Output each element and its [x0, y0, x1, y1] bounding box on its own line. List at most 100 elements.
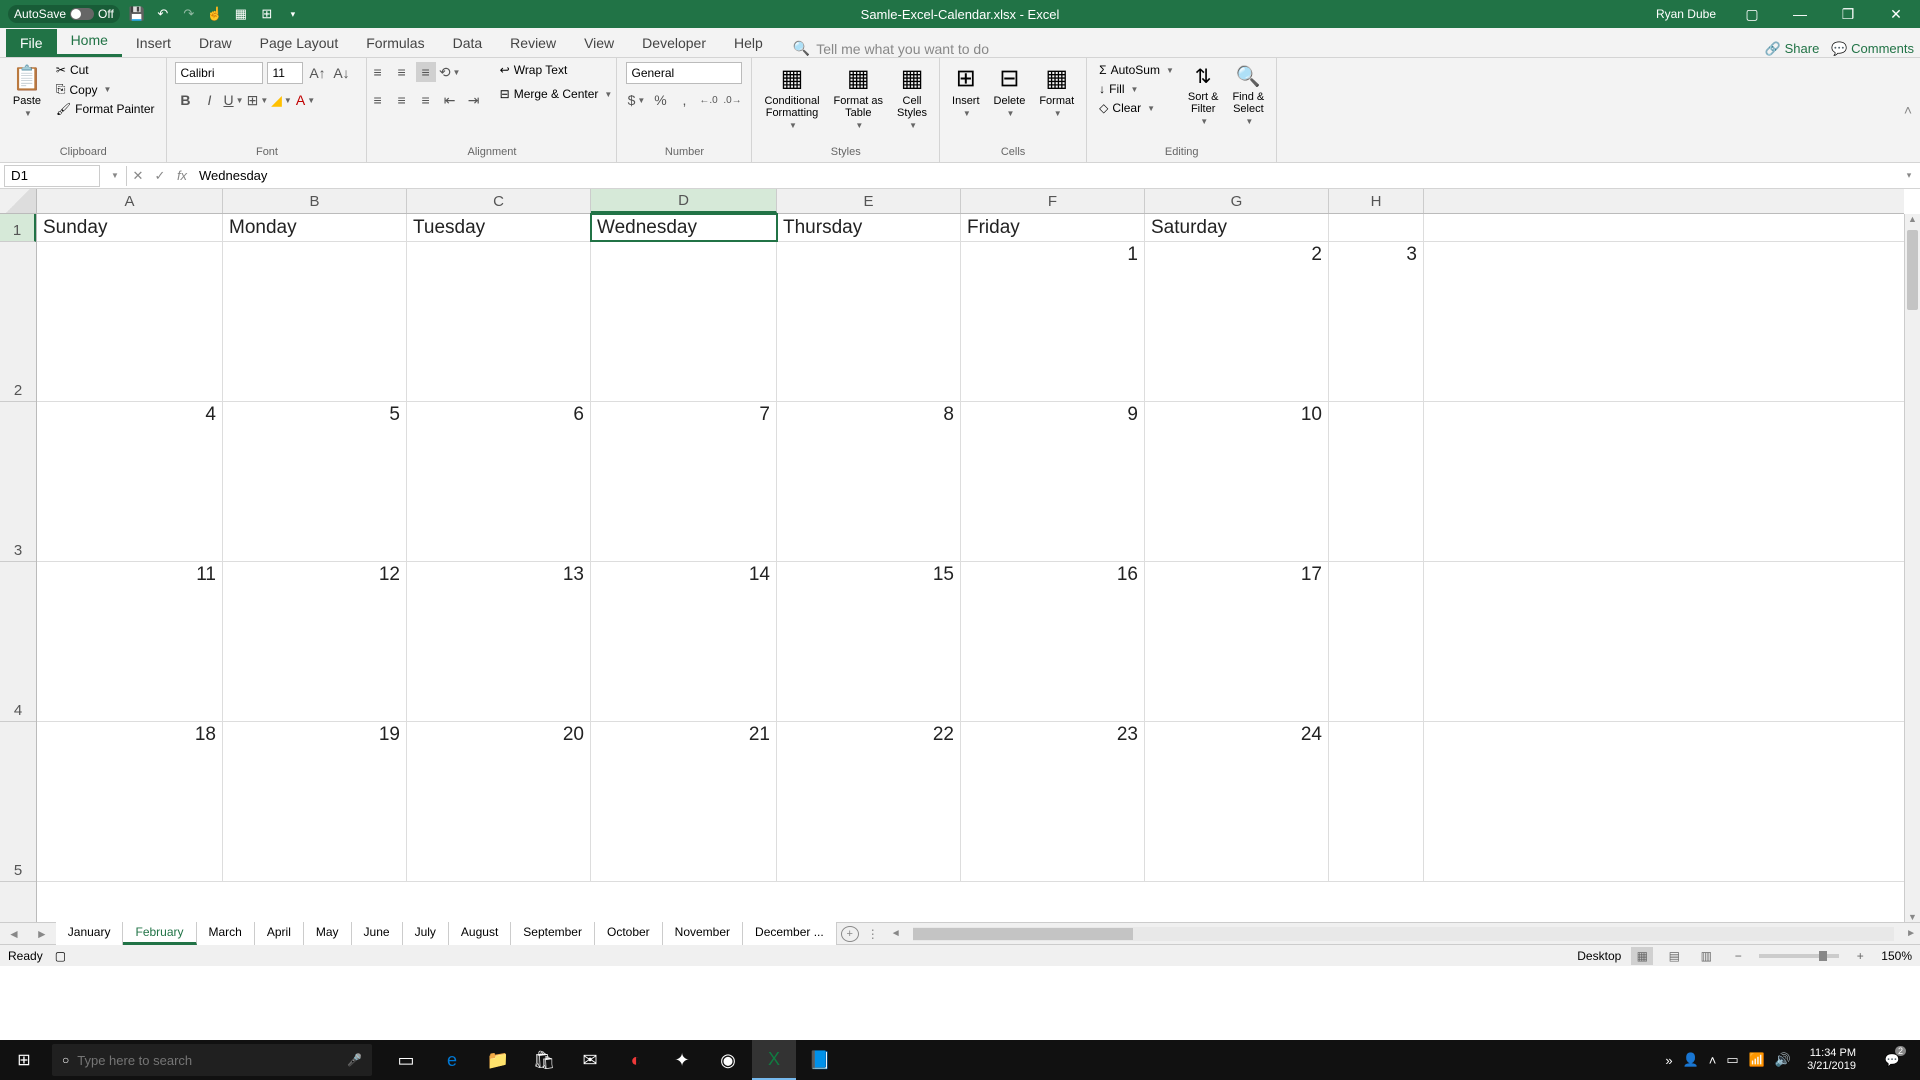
decrease-decimal-icon[interactable]: .0→	[722, 90, 742, 110]
column-header-H[interactable]: H	[1329, 189, 1424, 213]
qat-item-icon[interactable]: ▦	[232, 5, 250, 23]
mail-icon[interactable]: ✉	[568, 1040, 612, 1080]
redo-icon[interactable]: ↷	[180, 5, 198, 23]
spreadsheet-grid[interactable]: ABCDEFGH 12345 SundayMondayTuesdayWednes…	[0, 189, 1920, 922]
cell-H1[interactable]	[1329, 214, 1424, 241]
format-cells-button[interactable]: ▦Format▼	[1035, 62, 1078, 120]
orientation-icon[interactable]: ⟲▼	[440, 62, 460, 82]
cell-B3[interactable]: 5	[223, 402, 407, 561]
sheet-tab-april[interactable]: April	[255, 922, 304, 945]
cancel-icon[interactable]: ✕	[127, 168, 149, 184]
cell-E2[interactable]	[777, 242, 961, 401]
cell-G1[interactable]: Saturday	[1145, 214, 1329, 241]
cell-D5[interactable]: 21	[591, 722, 777, 881]
cell-C2[interactable]	[407, 242, 591, 401]
clock[interactable]: 11:34 PM 3/21/2019	[1801, 1047, 1862, 1073]
tab-insert[interactable]: Insert	[122, 29, 185, 57]
font-size-input[interactable]	[267, 62, 303, 84]
fill-button[interactable]: ↓Fill▼	[1095, 81, 1178, 97]
align-right-icon[interactable]: ≡	[416, 90, 436, 110]
copy-button[interactable]: ⎘Copy▼	[52, 81, 159, 98]
tab-formulas[interactable]: Formulas	[352, 29, 438, 57]
sheet-tabs-more-icon[interactable]: ⋮	[859, 927, 887, 941]
excel-icon[interactable]: X	[752, 1040, 796, 1080]
comments-button[interactable]: 💬 Comments	[1831, 41, 1914, 57]
sheet-tab-december[interactable]: December ...	[743, 922, 837, 945]
cell-F5[interactable]: 23	[961, 722, 1145, 881]
format-as-table-button[interactable]: ▦Format asTable▼	[830, 62, 888, 132]
fx-icon[interactable]: fx	[171, 168, 193, 183]
cell-G3[interactable]: 10	[1145, 402, 1329, 561]
wrap-text-button[interactable]: ↩Wrap Text	[496, 62, 617, 78]
volume-icon[interactable]: 🔊	[1775, 1052, 1791, 1068]
name-dropdown-icon[interactable]: ▼	[104, 171, 126, 180]
app2-icon[interactable]: 📘	[798, 1040, 842, 1080]
close-button[interactable]: ✕	[1876, 0, 1916, 28]
percent-icon[interactable]: %	[650, 90, 670, 110]
clear-button[interactable]: ◇Clear▼	[1095, 100, 1178, 116]
cell-B1[interactable]: Monday	[223, 214, 407, 241]
macro-record-icon[interactable]: ▢	[55, 949, 66, 963]
sheet-tab-september[interactable]: September	[511, 922, 595, 945]
sheet-tab-august[interactable]: August	[449, 922, 511, 945]
align-left-icon[interactable]: ≡	[368, 90, 388, 110]
align-top-icon[interactable]: ≡	[368, 62, 388, 82]
expand-formula-icon[interactable]: ▾	[1898, 170, 1920, 181]
app-icon[interactable]: ✦	[660, 1040, 704, 1080]
align-middle-icon[interactable]: ≡	[392, 62, 412, 82]
store-icon[interactable]: 🛍	[522, 1040, 566, 1080]
sheet-tab-june[interactable]: June	[352, 922, 403, 945]
start-button[interactable]: ⊞	[0, 1040, 48, 1080]
conditional-formatting-button[interactable]: ▦ConditionalFormatting▼	[760, 62, 823, 132]
font-name-input[interactable]	[175, 62, 263, 84]
hscroll-left-icon[interactable]: ◄	[887, 928, 905, 939]
border-button[interactable]: ⊞▼	[247, 90, 267, 110]
qat-customize-icon[interactable]: ▾	[284, 5, 302, 23]
select-all-corner[interactable]	[0, 189, 37, 214]
vertical-scrollbar[interactable]: ▲ ▼	[1904, 214, 1920, 922]
battery-icon[interactable]: ▭	[1726, 1052, 1738, 1068]
people-icon[interactable]: 👤	[1683, 1052, 1699, 1068]
qat-form-icon[interactable]: ⊞	[258, 5, 276, 23]
sheet-tab-november[interactable]: November	[663, 922, 743, 945]
cell-C3[interactable]: 6	[407, 402, 591, 561]
cell-H2[interactable]: 3	[1329, 242, 1424, 401]
ribbon-display-icon[interactable]: ▢	[1732, 0, 1772, 28]
autosum-button[interactable]: ΣAutoSum▼	[1095, 62, 1178, 78]
search-input[interactable]	[77, 1053, 339, 1068]
increase-font-icon[interactable]: A↑	[307, 63, 327, 83]
page-layout-view-button[interactable]: ▤	[1663, 947, 1685, 965]
paste-button[interactable]: 📋 Paste ▼	[8, 62, 46, 120]
page-break-view-button[interactable]: ▥	[1695, 947, 1717, 965]
increase-decimal-icon[interactable]: ←.0	[698, 90, 718, 110]
find-select-button[interactable]: 🔍Find &Select▼	[1228, 62, 1268, 128]
sheet-tab-january[interactable]: January	[56, 922, 124, 945]
cell-G5[interactable]: 24	[1145, 722, 1329, 881]
chrome-icon[interactable]: ◉	[706, 1040, 750, 1080]
cell-G2[interactable]: 2	[1145, 242, 1329, 401]
sheet-tab-february[interactable]: February	[123, 922, 196, 945]
cell-A1[interactable]: Sunday	[37, 214, 223, 241]
touch-mode-icon[interactable]: ☝	[206, 5, 224, 23]
column-header-F[interactable]: F	[961, 189, 1145, 213]
scroll-thumb[interactable]	[913, 928, 1133, 940]
cell-E4[interactable]: 15	[777, 562, 961, 721]
mic-icon[interactable]: 🎤	[347, 1053, 362, 1067]
name-box[interactable]	[4, 165, 100, 187]
cell-E1[interactable]: Thursday	[777, 214, 961, 241]
cell-E3[interactable]: 8	[777, 402, 961, 561]
sheet-tab-march[interactable]: March	[197, 922, 255, 945]
tab-draw[interactable]: Draw	[185, 29, 246, 57]
cell-F4[interactable]: 16	[961, 562, 1145, 721]
cell-H4[interactable]	[1329, 562, 1424, 721]
zoom-out-button[interactable]: −	[1727, 947, 1749, 965]
normal-view-button[interactable]: ▦	[1631, 947, 1653, 965]
sheet-tab-may[interactable]: May	[304, 922, 352, 945]
tab-file[interactable]: File	[6, 29, 57, 57]
cell-A3[interactable]: 4	[37, 402, 223, 561]
tab-review[interactable]: Review	[496, 29, 570, 57]
row-header-5[interactable]: 5	[0, 722, 36, 882]
increase-indent-icon[interactable]: ⇥	[464, 90, 484, 110]
comma-icon[interactable]: ,	[674, 90, 694, 110]
cell-F3[interactable]: 9	[961, 402, 1145, 561]
